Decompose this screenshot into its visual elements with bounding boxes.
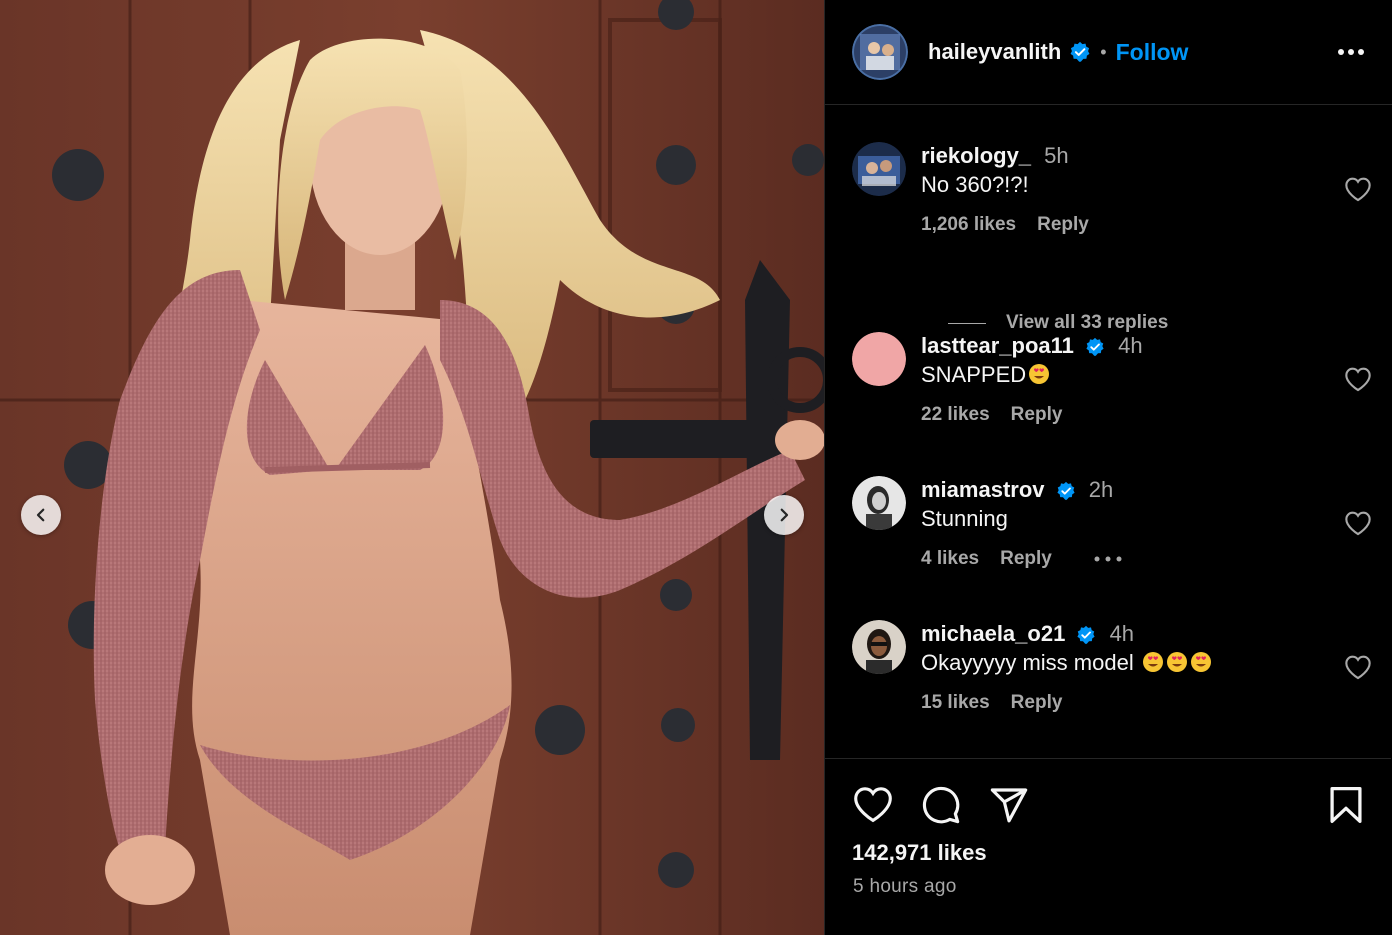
comment-button[interactable] [920, 785, 962, 830]
share-button[interactable] [988, 785, 1030, 830]
verified-badge-icon [1056, 481, 1076, 501]
heart-outline-icon [1345, 367, 1371, 392]
view-replies-button[interactable]: View all 33 replies [948, 312, 1168, 334]
comment-likes[interactable]: 15 likes [921, 692, 990, 714]
chevron-left-icon [36, 508, 45, 522]
reply-button[interactable]: Reply [1011, 404, 1063, 426]
comment-time[interactable]: 5h [1044, 143, 1068, 168]
more-horizontal-icon [1094, 556, 1122, 562]
like-comment-button[interactable] [1344, 654, 1372, 685]
comment-username[interactable]: michaela_o21 [921, 621, 1065, 646]
comment-time[interactable]: 4h [1118, 333, 1142, 358]
comment-icon [922, 786, 960, 824]
comment-likes[interactable]: 4 likes [921, 548, 979, 570]
more-horizontal-icon [1338, 49, 1364, 55]
instagram-post-dialog: haileyvanlith • Follow riekology_ 5h No … [0, 0, 1392, 935]
post-timestamp[interactable]: 5 hours ago [853, 876, 957, 898]
action-bar [852, 785, 1362, 825]
heart-icon [854, 787, 892, 823]
like-comment-button[interactable] [1344, 176, 1372, 207]
like-post-button[interactable] [852, 785, 894, 828]
commenter-avatar[interactable] [852, 332, 906, 386]
comment-text: No 360?!?! [921, 172, 1029, 197]
commenter-avatar[interactable] [852, 476, 906, 530]
more-options-button[interactable] [1337, 48, 1365, 56]
heart-outline-icon [1345, 177, 1371, 202]
like-comment-button[interactable] [1344, 510, 1372, 541]
carousel-next-button[interactable] [764, 495, 804, 535]
comment-text-row: SNAPPED [921, 360, 1321, 390]
comment-text-row: Okayyyyy miss model [921, 648, 1321, 678]
post-likes-count[interactable]: 142,971 likes [852, 840, 987, 866]
reply-button[interactable]: Reply [1011, 692, 1063, 714]
comment-text: SNAPPED [921, 362, 1027, 387]
comment-text: Okayyyyy miss model [921, 650, 1140, 675]
post-header: haileyvanlith • Follow [825, 0, 1392, 105]
comment-time[interactable]: 4h [1110, 621, 1134, 646]
comment-username[interactable]: lasttear_poa11 [921, 333, 1074, 358]
post-photo [0, 0, 824, 935]
comment-username[interactable]: miamastrov [921, 477, 1045, 502]
post-footer: 142,971 likes 5 hours ago [825, 758, 1391, 897]
chevron-right-icon [780, 508, 789, 522]
commenter-avatar[interactable] [852, 142, 906, 196]
bookmark-icon [1330, 787, 1362, 823]
post-media[interactable] [0, 0, 824, 935]
heart-eyes-emoji-icon [1029, 364, 1050, 384]
comment-likes[interactable]: 1,206 likes [921, 214, 1016, 236]
comment-text: Stunning [921, 506, 1008, 531]
like-comment-button[interactable] [1344, 366, 1372, 397]
comment-likes[interactable]: 22 likes [921, 404, 990, 426]
heart-eyes-emoji-icon [1142, 652, 1163, 672]
author-username[interactable]: haileyvanlith [928, 39, 1061, 65]
heart-outline-icon [1345, 655, 1371, 680]
reply-button[interactable]: Reply [1000, 548, 1052, 570]
heart-eyes-emoji-icon [1190, 652, 1211, 672]
header-separator: • [1100, 41, 1107, 62]
verified-badge-icon [1069, 41, 1091, 63]
comment-time[interactable]: 2h [1089, 477, 1113, 502]
reply-button[interactable]: Reply [1037, 214, 1089, 236]
view-replies-label: View all 33 replies [1006, 312, 1169, 333]
verified-badge-icon [1085, 337, 1105, 357]
share-icon [990, 788, 1028, 823]
heart-outline-icon [1345, 511, 1371, 536]
comment-options-button[interactable] [1094, 556, 1122, 562]
comment-username[interactable]: riekology_ [921, 143, 1031, 168]
heart-eyes-emoji-icon [1166, 652, 1187, 672]
author-avatar[interactable] [852, 24, 908, 80]
commenter-avatar[interactable] [852, 620, 906, 674]
save-button[interactable] [1328, 785, 1364, 830]
carousel-previous-button[interactable] [21, 495, 61, 535]
replies-divider [948, 322, 986, 324]
verified-badge-icon [1076, 625, 1096, 645]
follow-button[interactable]: Follow [1116, 39, 1189, 66]
post-side-panel: haileyvanlith • Follow riekology_ 5h No … [824, 0, 1392, 935]
